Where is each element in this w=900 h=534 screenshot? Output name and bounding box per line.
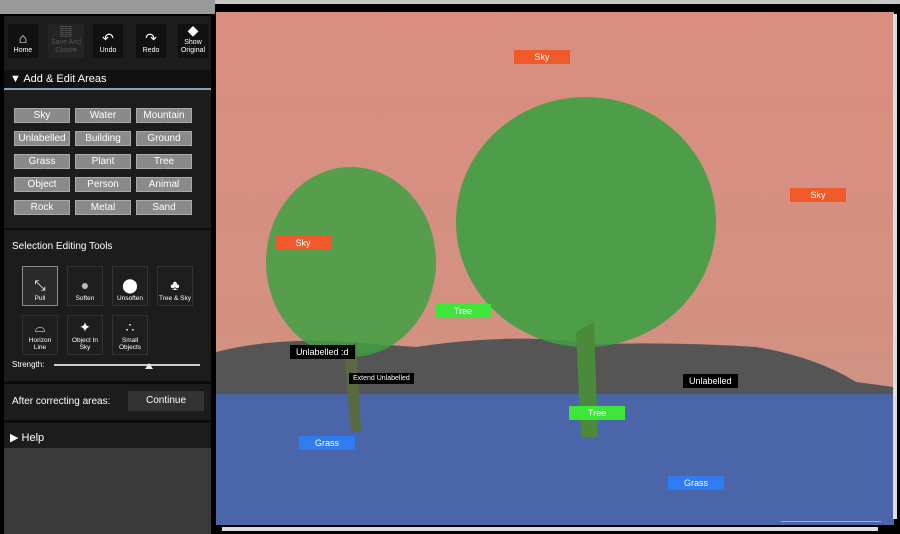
after-correcting-label: After correcting areas: <box>12 396 111 407</box>
layers-icon: ◆ <box>187 22 199 38</box>
extend-unlabelled-tooltip: Extend Unlabelled <box>349 373 414 384</box>
undo-icon: ↶ <box>102 30 114 46</box>
undo-button[interactable]: ↶ Undo <box>93 24 123 58</box>
area-tag-unl[interactable]: Unlabelled :d <box>290 345 355 359</box>
tool-label: Object In Sky <box>71 337 98 351</box>
area-label-unlabelled[interactable]: Unlabelled <box>14 131 70 146</box>
horizon-line-icon: ⌓ <box>34 319 46 335</box>
redo-icon: ↷ <box>145 30 157 46</box>
tool-object-in-sky[interactable]: ✦ Object In Sky <box>67 315 103 355</box>
area-label-ground[interactable]: Ground <box>136 131 192 146</box>
save-icon: ▤ <box>59 22 73 38</box>
save-and-close-button[interactable]: ▤ Save And Close▾ <box>48 22 84 58</box>
strength-label: Strength: <box>12 360 45 369</box>
area-label-rock[interactable]: Rock <box>14 200 70 215</box>
redo-label: Redo <box>142 47 160 54</box>
area-label-mountain[interactable]: Mountain <box>136 108 192 123</box>
area-tag-sky[interactable]: Sky <box>790 188 846 202</box>
home-icon: ⌂ <box>18 30 28 46</box>
area-tag-unl[interactable]: Unlabelled <box>683 374 738 388</box>
pull-icon: ⤡ <box>34 277 46 293</box>
home-button[interactable]: ⌂ Home <box>8 24 38 58</box>
undo-label: Undo <box>99 47 117 54</box>
tool-label: Tree & Sky <box>159 295 191 302</box>
area-tag-grass[interactable]: Grass <box>668 476 724 490</box>
area-tag-tree[interactable]: Tree <box>435 304 491 318</box>
unsoften-icon: ⬤ <box>122 277 138 293</box>
grass-field <box>216 394 894 525</box>
large-tree-crown <box>456 97 716 347</box>
area-label-metal[interactable]: Metal <box>75 200 131 215</box>
strength-slider[interactable] <box>54 363 200 369</box>
help-label: ▶ Help <box>10 431 45 444</box>
side-panel: ⌂ Home ▤ Save And Close▾ ↶ Undo ↷ Redo ◆ Show… <box>4 16 211 448</box>
object-in-sky-icon: ✦ <box>79 319 91 335</box>
help-header[interactable]: ▶ Help <box>4 426 211 448</box>
area-tag-sky[interactable]: Sky <box>275 236 331 250</box>
add-edit-areas-header[interactable]: ▼ Add & Edit Areas <box>4 70 211 90</box>
area-label-sky[interactable]: Sky <box>14 108 70 123</box>
area-label-object[interactable]: Object <box>14 177 70 192</box>
area-label-person[interactable]: Person <box>75 177 131 192</box>
vertical-scrollbar[interactable] <box>893 14 897 519</box>
tool-label: Soften <box>75 295 95 302</box>
area-label-grass[interactable]: Grass <box>14 154 70 169</box>
area-label-sand[interactable]: Sand <box>136 200 192 215</box>
show-original-button[interactable]: ◆ Show Original <box>178 22 208 58</box>
zoom-slider[interactable] <box>781 521 881 522</box>
tool-label: Pull <box>34 295 46 302</box>
tool-label: Horizon Line <box>28 337 52 351</box>
area-tag-grass[interactable]: Grass <box>299 436 355 450</box>
small-objects-icon: ∴ <box>125 319 135 335</box>
image-canvas[interactable]: Sky Sky Sky Tree Tree Unlabelled :d Unlabelled… <box>216 12 894 525</box>
tool-tree-sky[interactable]: ♣ Tree & Sky <box>157 266 193 306</box>
continue-button[interactable]: Continue <box>128 391 204 411</box>
area-tag-tree[interactable]: Tree <box>569 406 625 420</box>
add-edit-title: ▼ Add & Edit Areas <box>10 73 107 85</box>
tool-label: Small Objects <box>118 337 142 351</box>
save-label: Save And Close▾ <box>51 39 81 54</box>
tools-title: Selection Editing Tools <box>12 241 113 252</box>
top-bar <box>0 0 215 14</box>
area-label-building[interactable]: Building <box>75 131 131 146</box>
tool-horizon-line[interactable]: ⌓ Horizon Line <box>22 315 58 355</box>
soften-icon: ● <box>80 277 90 293</box>
top-scrollbar[interactable] <box>215 0 900 4</box>
area-tag-sky[interactable]: Sky <box>514 50 570 64</box>
area-label-animal[interactable]: Animal <box>136 177 192 192</box>
tool-label: Unsoften <box>116 295 144 302</box>
area-label-plant[interactable]: Plant <box>75 154 131 169</box>
tool-small-objects[interactable]: ∴ Small Objects <box>112 315 148 355</box>
area-label-tree[interactable]: Tree <box>136 154 192 169</box>
small-tree-crown <box>266 167 436 357</box>
home-label: Home <box>13 47 33 54</box>
redo-button[interactable]: ↷ Redo <box>136 24 166 58</box>
tool-unsoften[interactable]: ⬤ Unsoften <box>112 266 148 306</box>
strength-slider-thumb[interactable] <box>144 359 153 369</box>
area-label-water[interactable]: Water <box>75 108 131 123</box>
tree-sky-icon: ♣ <box>170 277 180 293</box>
tool-soften[interactable]: ● Soften <box>67 266 103 306</box>
show-original-label: Show Original <box>180 39 206 54</box>
panel-footer <box>4 448 211 534</box>
horizontal-scrollbar[interactable] <box>222 527 878 531</box>
tool-pull[interactable]: ⤡ Pull <box>22 266 58 306</box>
area-label-grid: Sky Water Mountain Unlabelled Building Ground… <box>14 108 192 215</box>
